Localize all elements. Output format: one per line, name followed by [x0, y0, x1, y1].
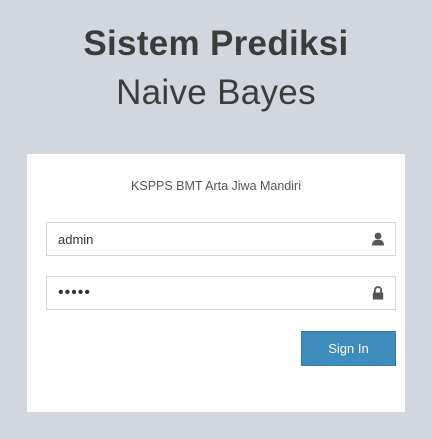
lock-icon — [372, 286, 384, 300]
logo-title: Sistem Prediksi — [83, 24, 349, 63]
login-box: KSPPS BMT Arta Jiwa Mandiri Sign In — [27, 154, 405, 412]
password-input[interactable] — [47, 277, 357, 309]
sign-in-button[interactable]: Sign In — [301, 331, 396, 366]
username-input[interactable] — [47, 223, 357, 255]
user-icon — [372, 232, 384, 246]
password-field — [46, 276, 396, 310]
logo-subtitle: Naive Bayes — [116, 73, 316, 112]
app-logo: Sistem Prediksi Naive Bayes — [0, 22, 432, 115]
login-box-message: KSPPS BMT Arta Jiwa Mandiri — [131, 179, 301, 193]
username-field — [46, 222, 396, 256]
